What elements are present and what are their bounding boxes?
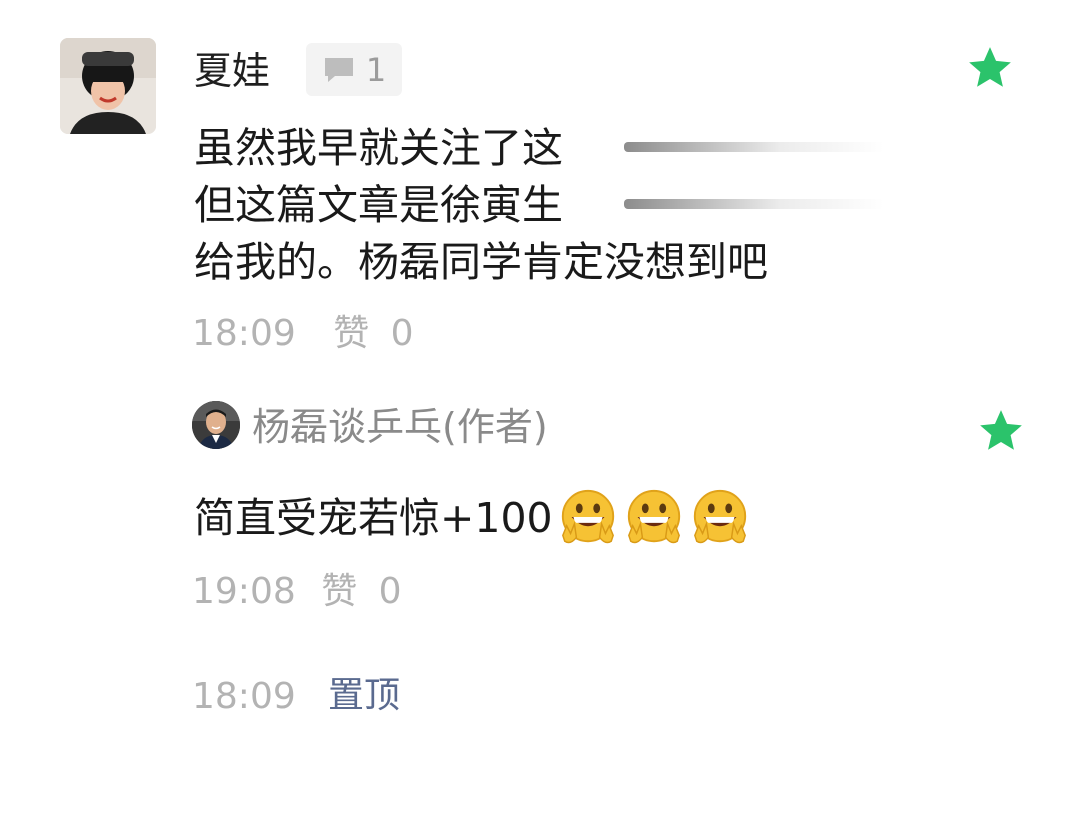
reply-meta: 19:08 赞 0 bbox=[192, 570, 402, 614]
grin-victory-emoji-icon bbox=[693, 489, 746, 544]
redaction-streak bbox=[624, 142, 884, 152]
emoji-row bbox=[557, 487, 751, 549]
reply-count: 1 bbox=[365, 50, 387, 89]
comment-meta: 18:09 赞 0 bbox=[192, 312, 414, 356]
reply-text: 简直受宠若惊+100 bbox=[194, 487, 751, 549]
avatar[interactable] bbox=[60, 38, 156, 134]
reply-text-content: 简直受宠若惊+100 bbox=[194, 494, 553, 542]
reply-count-badge[interactable]: 1 bbox=[306, 43, 402, 96]
comment-body: 虽然我早就关注了这 但这篇文章是徐寅生 给我的。杨磊同学肯定没想到吧 bbox=[194, 120, 954, 291]
commenter-name[interactable]: 夏娃 bbox=[194, 46, 270, 96]
comment-bubble-icon bbox=[324, 57, 353, 82]
like-count: 0 bbox=[390, 313, 414, 354]
like-button[interactable]: 赞 bbox=[333, 313, 369, 354]
grin-victory-emoji-icon bbox=[561, 489, 614, 544]
star-icon[interactable] bbox=[976, 406, 1026, 456]
comment-text-line-1: 虽然我早就关注了这 bbox=[194, 124, 563, 172]
star-icon[interactable] bbox=[965, 43, 1015, 93]
footer-time: 18:09 bbox=[192, 676, 296, 717]
like-count: 0 bbox=[378, 571, 402, 612]
grin-victory-emoji-icon bbox=[627, 489, 680, 544]
redaction-streak bbox=[624, 199, 884, 209]
author-avatar[interactable] bbox=[192, 401, 240, 449]
comment-line: 虽然我早就关注了这 bbox=[194, 120, 954, 177]
avatar-photo bbox=[60, 38, 156, 134]
comment-text-line-2: 但这篇文章是徐寅生 bbox=[194, 181, 563, 229]
reply-author-name[interactable]: 杨磊谈乒乓(作者) bbox=[252, 403, 548, 451]
like-button[interactable]: 赞 bbox=[321, 571, 357, 612]
author-avatar-photo bbox=[192, 401, 240, 449]
comment-time: 18:09 bbox=[192, 313, 296, 354]
comment-line: 但这篇文章是徐寅生 bbox=[194, 177, 954, 234]
comment-line: 给我的。杨磊同学肯定没想到吧 bbox=[194, 234, 954, 291]
comment-text-line-3: 给我的。杨磊同学肯定没想到吧 bbox=[194, 238, 768, 286]
pin-to-top-button[interactable]: 置顶 bbox=[328, 674, 400, 718]
reply-time: 19:08 bbox=[192, 571, 296, 612]
